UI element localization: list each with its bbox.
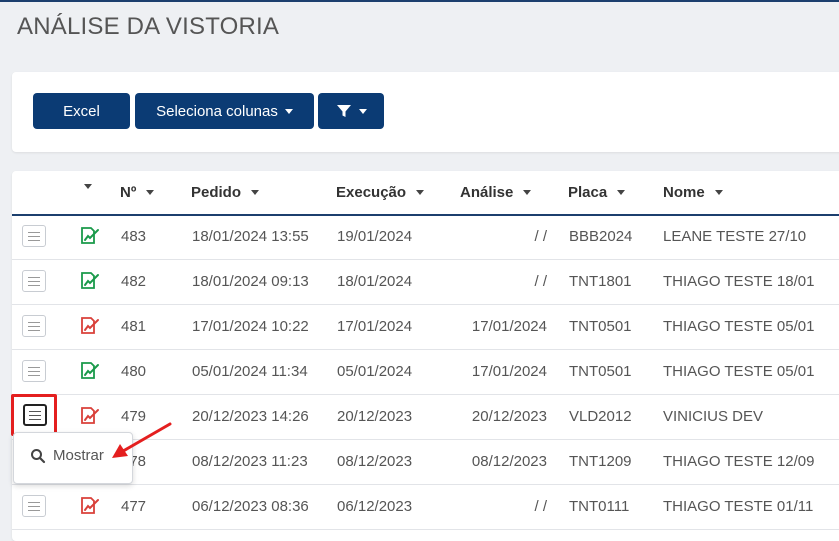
- cell-nome: THIAGO TESTE 05/01: [663, 363, 815, 380]
- select-columns-label: Seleciona colunas: [156, 102, 278, 120]
- sort-caret-icon: [251, 190, 260, 195]
- cell-analise: 17/01/2024: [471, 318, 547, 335]
- page-title: ANÁLISE DA VISTORIA: [17, 13, 280, 40]
- column-header-pedido[interactable]: Pedido: [191, 184, 260, 201]
- row-menu-button[interactable]: [22, 495, 46, 517]
- sort-caret-icon: [84, 184, 92, 189]
- sort-caret-icon: [617, 190, 626, 195]
- document-edit-icon[interactable]: [79, 316, 101, 336]
- cell-pedido: 08/12/2023 11:23: [192, 453, 308, 470]
- column-header-execucao[interactable]: Execução: [336, 184, 425, 201]
- column-menu-header[interactable]: [84, 184, 92, 189]
- row-menu-button-active[interactable]: [23, 404, 47, 426]
- cell-execucao: 17/01/2024: [337, 318, 413, 335]
- cell-num: 480: [121, 363, 147, 380]
- cell-analise: / /: [534, 228, 547, 245]
- select-columns-button[interactable]: Seleciona colunas: [135, 93, 314, 129]
- cell-execucao: 18/01/2024: [337, 273, 413, 290]
- cell-execucao: 08/12/2023: [337, 453, 413, 470]
- filter-icon: [336, 105, 351, 117]
- cell-nome: LEANE TESTE 27/10: [663, 228, 807, 245]
- cell-placa: TNT0501: [569, 363, 632, 380]
- cell-nome: THIAGO TESTE 05/01: [663, 318, 815, 335]
- cell-analise: / /: [534, 498, 547, 515]
- cell-nome: THIAGO TESTE 01/11: [663, 498, 814, 515]
- row-menu-button[interactable]: [22, 270, 46, 292]
- column-header-num[interactable]: Nº: [120, 184, 155, 201]
- cell-placa: TNT1209: [569, 453, 632, 470]
- cell-nome: THIAGO TESTE 12/09: [663, 453, 815, 470]
- row-menu-button[interactable]: [22, 315, 46, 337]
- cell-pedido: 05/01/2024 11:34: [192, 363, 308, 380]
- cell-analise: 20/12/2023: [471, 408, 547, 425]
- red-arrow-annotation: [112, 422, 172, 458]
- row-menu-button[interactable]: [22, 225, 46, 247]
- document-edit-icon[interactable]: [79, 226, 101, 246]
- cell-nome: THIAGO TESTE 18/01: [663, 273, 815, 290]
- column-header-analise[interactable]: Análise: [460, 184, 532, 201]
- cell-num: 482: [121, 273, 147, 290]
- cell-execucao: 06/12/2023: [337, 498, 413, 515]
- cell-num: 477: [121, 498, 147, 515]
- table-row: 482 18/01/2024 09:13 18/01/2024 / / TNT1801 T…: [12, 259, 839, 305]
- filter-button[interactable]: [318, 93, 384, 129]
- cell-num: 481: [121, 318, 147, 335]
- document-edit-icon[interactable]: [79, 496, 101, 516]
- cell-num: 483: [121, 228, 147, 245]
- excel-button[interactable]: Excel: [33, 93, 130, 129]
- document-edit-icon[interactable]: [79, 361, 101, 381]
- excel-button-label: Excel: [63, 102, 100, 120]
- cell-pedido: 06/12/2023 08:36: [192, 498, 309, 515]
- cell-pedido: 18/01/2024 09:13: [192, 273, 309, 290]
- cell-nome: VINICIUS DEV: [663, 408, 764, 425]
- document-edit-icon[interactable]: [79, 271, 101, 291]
- cell-analise: 17/01/2024: [471, 363, 547, 380]
- row-menu-button[interactable]: [22, 360, 46, 382]
- sort-caret-icon: [416, 190, 425, 195]
- cell-execucao: 05/01/2024: [337, 363, 413, 380]
- sort-caret-icon: [523, 190, 532, 195]
- cell-placa: TNT1801: [569, 273, 632, 290]
- show-menu-item[interactable]: Mostrar: [30, 447, 104, 464]
- cell-pedido: 17/01/2024 10:22: [192, 318, 309, 335]
- column-header-placa[interactable]: Placa: [568, 184, 626, 201]
- sort-caret-icon: [146, 190, 155, 195]
- document-edit-icon[interactable]: [79, 406, 101, 426]
- top-border: [0, 0, 839, 2]
- table-row: 483 18/01/2024 13:55 19/01/2024 / / BBB2024 L…: [12, 214, 839, 260]
- cell-placa: BBB2024: [569, 228, 633, 245]
- chevron-down-icon: [284, 108, 293, 114]
- chevron-down-icon: [358, 108, 367, 114]
- show-label: Mostrar: [53, 447, 104, 464]
- search-icon: [31, 448, 46, 463]
- cell-placa: VLD2012: [569, 408, 632, 425]
- cell-placa: TNT0111: [569, 498, 630, 515]
- table-row: 477 06/12/2023 08:36 06/12/2023 / / TNT0111 T…: [12, 484, 839, 530]
- cell-pedido: 20/12/2023 14:26: [192, 408, 309, 425]
- column-header-nome[interactable]: Nome: [663, 184, 723, 201]
- cell-analise: 08/12/2023: [471, 453, 547, 470]
- cell-placa: TNT0501: [569, 318, 632, 335]
- table-row: 480 05/01/2024 11:34 05/01/2024 17/01/2024 T…: [12, 349, 839, 395]
- cell-pedido: 18/01/2024 13:55: [192, 228, 309, 245]
- cell-execucao: 20/12/2023: [337, 408, 413, 425]
- cell-analise: / /: [534, 273, 547, 290]
- cell-execucao: 19/01/2024: [337, 228, 413, 245]
- sort-caret-icon: [714, 190, 723, 195]
- table-row: 481 17/01/2024 10:22 17/01/2024 17/01/2024 T…: [12, 304, 839, 350]
